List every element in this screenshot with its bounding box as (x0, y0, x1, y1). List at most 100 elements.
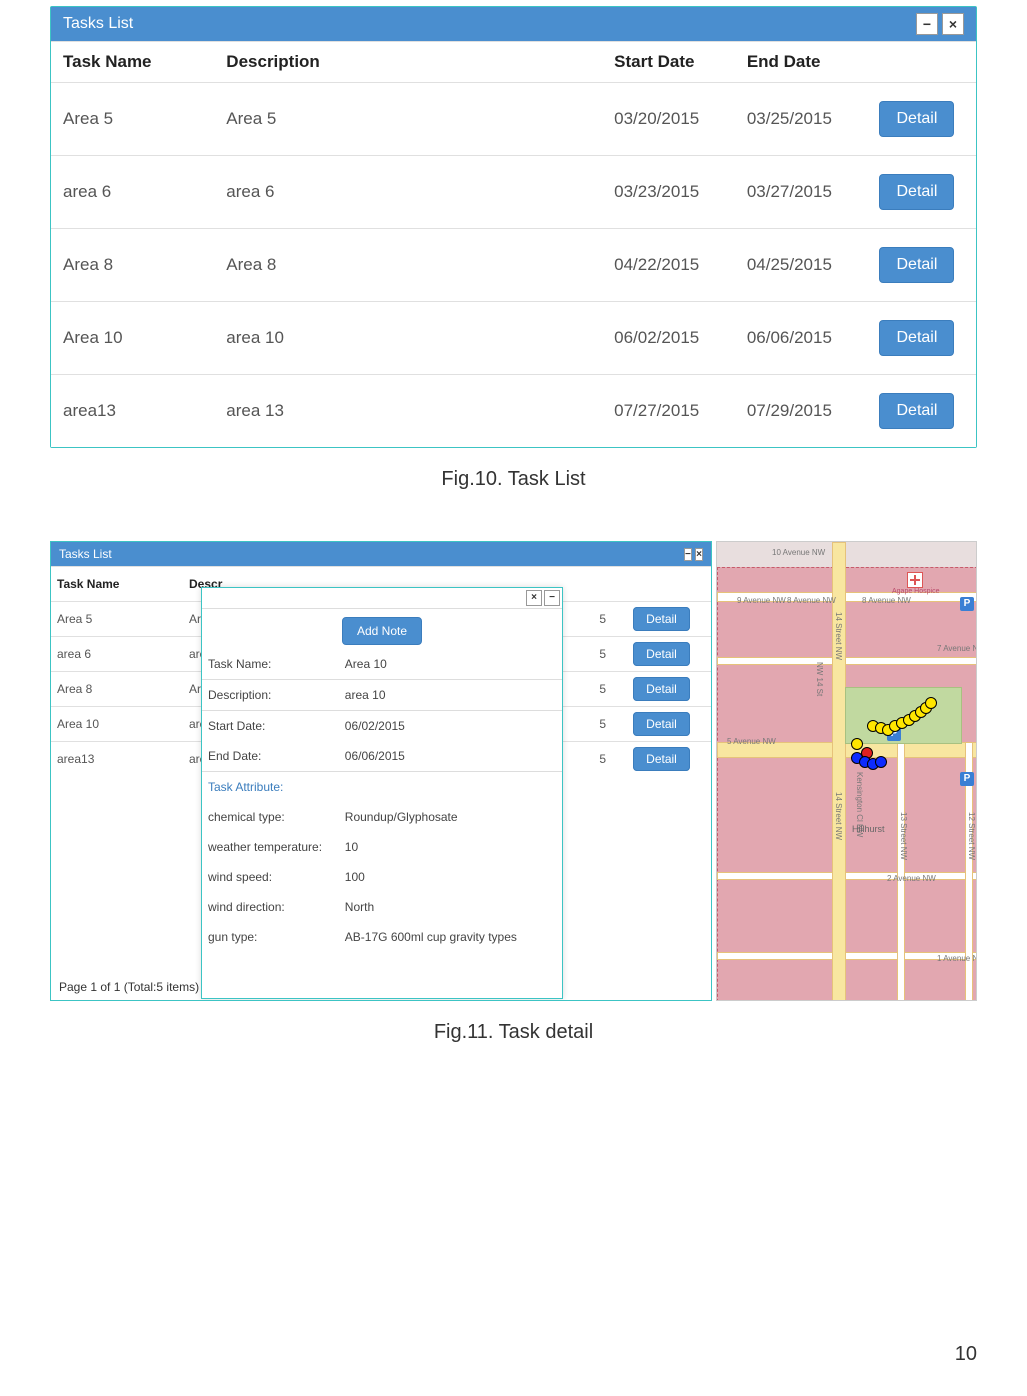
map-canvas[interactable]: P P P Agape Hospice 10 Avenue NW 9 Avenu… (717, 542, 976, 1000)
detail-button[interactable]: Detail (633, 712, 690, 736)
table-row: Area 10area 1006/02/201506/06/2015Detail (51, 302, 976, 375)
attribute-key: gun type: (202, 922, 339, 952)
panel-header[interactable]: Tasks List − × (51, 542, 711, 566)
tasks-table: Task Name Description Start Date End Dat… (51, 41, 976, 447)
figure-caption: Fig.10. Task List (50, 468, 977, 491)
detail-button[interactable]: Detail (633, 642, 690, 666)
cell-end-date: 03/25/2015 (735, 83, 868, 156)
attribute-value: North (339, 892, 562, 922)
street-label: 12 Street NW (967, 812, 976, 860)
cell-task-name: Area 10 (51, 302, 214, 375)
field-end-date-value: 06/06/2015 (339, 741, 562, 772)
task-detail-popup: × − Add Note Task Name: Area 10 Descript… (201, 587, 563, 999)
detail-button[interactable]: Detail (633, 607, 690, 631)
attribute-row: wind speed:100 (202, 862, 562, 892)
parking-icon[interactable]: P (960, 772, 974, 786)
table-row: area13area 1307/27/201507/29/2015 Detail (51, 375, 976, 448)
cell-start-date: 03/23/2015 (602, 156, 735, 229)
detail-button[interactable]: Detail (879, 101, 954, 137)
district-label: Hillhurst (852, 824, 885, 834)
attribute-key: wind direction: (202, 892, 339, 922)
cell-task-name: Area 10 (51, 707, 183, 742)
street-label: 5 Avenue NW (727, 737, 776, 746)
street-label: 2 Avenue NW (887, 874, 936, 883)
col-description[interactable]: Description (214, 42, 602, 83)
cell-description: Area 5 (214, 83, 602, 156)
cell-task-name: area13 (51, 742, 183, 777)
detail-button[interactable]: Detail (633, 677, 690, 701)
cell-end-date: 06/06/2015 (735, 302, 868, 375)
cell-start-date: 03/20/2015 (602, 83, 735, 156)
popup-titlebar[interactable]: × − (202, 588, 562, 609)
cell-description: area 13 (214, 375, 602, 448)
col-end-date[interactable]: End Date (735, 42, 868, 83)
street-label: 9 Avenue NW (737, 596, 786, 605)
close-icon[interactable]: × (526, 590, 542, 606)
attribute-value: 10 (339, 832, 562, 862)
cell-task-name: area 6 (51, 637, 183, 672)
cell-task-name: Area 5 (51, 602, 183, 637)
map-point-icon[interactable] (925, 697, 937, 709)
cell-task-name: Area 8 (51, 672, 183, 707)
street-label: 14 Street NW (834, 612, 843, 660)
hospital-icon[interactable] (907, 572, 923, 588)
close-icon[interactable]: × (942, 13, 964, 35)
col-task-name[interactable]: Task Name (51, 567, 183, 602)
field-end-date-label: End Date: (202, 741, 339, 772)
cell-description: area 6 (214, 156, 602, 229)
page-number: 10 (955, 1343, 977, 1366)
street-label: 8 Avenue NW (862, 596, 911, 605)
close-icon[interactable]: × (695, 548, 703, 561)
cell-end-date: 03/27/2015 (735, 156, 868, 229)
street-label: NW 14 St (815, 662, 824, 696)
cell-end-date: 07/29/2015 (735, 375, 868, 448)
detail-button[interactable]: Detail (879, 247, 954, 283)
cell-task-name: Area 5 (51, 83, 214, 156)
table-header-row: Task Name Description Start Date End Dat… (51, 42, 976, 83)
detail-button[interactable]: Detail (879, 320, 954, 356)
map-point-icon[interactable] (851, 738, 863, 750)
attribute-row: gun type:AB-17G 600ml cup gravity types (202, 922, 562, 952)
cell-task-name: area13 (51, 375, 214, 448)
detail-button[interactable]: Detail (633, 747, 690, 771)
field-description-label: Description: (202, 680, 339, 711)
street-label: 8 Avenue NW (787, 596, 836, 605)
attribute-key: wind speed: (202, 862, 339, 892)
detail-button[interactable]: Detail (879, 393, 954, 429)
field-task-name-value: Area 10 (339, 649, 562, 680)
attribute-row: chemical type:Roundup/Glyphosate (202, 802, 562, 832)
cell-description: Area 8 (214, 229, 602, 302)
col-task-name[interactable]: Task Name (51, 42, 214, 83)
cell-start-date: 04/22/2015 (602, 229, 735, 302)
task-detail-composite: Tasks List − × Task Name Descr Area 5 (50, 541, 977, 1001)
cell-start-date: 06/02/2015 (602, 302, 735, 375)
street-label: 7 Avenue NW (937, 644, 977, 653)
map-pane[interactable]: P P P Agape Hospice 10 Avenue NW 9 Avenu… (716, 541, 977, 1001)
attribute-row: wind direction:North (202, 892, 562, 922)
detail-button[interactable]: Detail (879, 174, 954, 210)
street-label: 14 Street NW (834, 792, 843, 840)
pagination-status: Page 1 of 1 (Total:5 items) (59, 980, 199, 994)
street-label: 10 Avenue NW (772, 548, 825, 557)
attribute-value: 100 (339, 862, 562, 892)
panel-header[interactable]: Tasks List − × (51, 7, 976, 41)
col-start-date[interactable]: Start Date (602, 42, 735, 83)
cell-task-name: Area 8 (51, 229, 214, 302)
minimize-icon[interactable]: − (916, 13, 938, 35)
col-actions (867, 42, 976, 83)
field-start-date-value: 06/02/2015 (339, 711, 562, 742)
popup-body[interactable]: Task Name: Area 10 Description: area 10 … (202, 649, 562, 989)
hospital-label: Agape Hospice (892, 588, 939, 595)
map-point-icon[interactable] (875, 756, 887, 768)
attribute-key: chemical type: (202, 802, 339, 832)
minimize-icon[interactable]: − (684, 548, 692, 561)
attribute-value: AB-17G 600ml cup gravity types (339, 922, 562, 952)
parking-icon[interactable]: P (960, 597, 974, 611)
field-task-name-label: Task Name: (202, 649, 339, 680)
minimize-icon[interactable]: − (544, 590, 560, 606)
table-row: area 6area 603/23/201503/27/2015Detail (51, 156, 976, 229)
add-note-button[interactable]: Add Note (342, 617, 422, 645)
task-attribute-heading: Task Attribute: (202, 772, 562, 803)
cell-start-date: 07/27/2015 (602, 375, 735, 448)
panel-title: Tasks List (63, 15, 133, 33)
